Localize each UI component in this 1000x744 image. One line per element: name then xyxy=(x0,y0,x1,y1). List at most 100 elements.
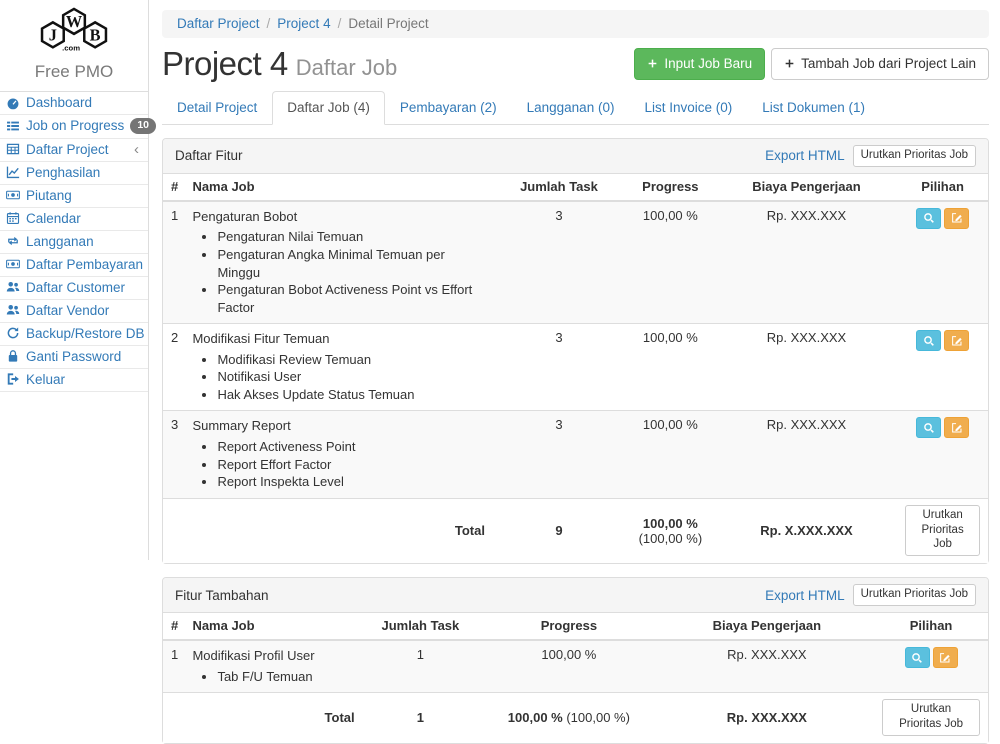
job-name: Pengaturan Bobot xyxy=(192,208,485,226)
subtask-list: Pengaturan Nilai TemuanPengaturan Angka … xyxy=(192,228,485,316)
view-job-button[interactable] xyxy=(916,330,941,351)
sidebar-nav: Dashboard Job on Progress 10 Daftar Proj… xyxy=(0,92,148,392)
column-header-no: # xyxy=(163,613,184,640)
chart-icon xyxy=(5,165,20,179)
job-cell: Modifikasi Profil User Tab F/U Temuan xyxy=(184,640,362,693)
sidebar-item-label: Dashboard xyxy=(26,95,92,110)
logo-letter-w: W xyxy=(66,12,83,31)
tab-list-invoice-0[interactable]: List Invoice (0) xyxy=(629,91,747,125)
cost-value: Rp. XXX.XXX xyxy=(716,411,898,498)
sidebar-item-job-on-progress[interactable]: Job on Progress 10 xyxy=(0,115,148,139)
breadcrumb-item-daftar-project[interactable]: Daftar Project xyxy=(177,16,260,31)
edit-job-button[interactable] xyxy=(944,417,969,438)
subtask: Report Activeness Point xyxy=(217,438,485,456)
sidebar-item-piutang[interactable]: Piutang xyxy=(0,185,148,208)
task-count: 3 xyxy=(493,324,625,411)
column-header-biaya-pengerjaan: Biaya Pengerjaan xyxy=(660,613,875,640)
breadcrumb-separator: / xyxy=(338,16,342,31)
panel-title: Fitur Tambahan xyxy=(175,588,269,603)
column-header-nama-job: Nama Job xyxy=(184,613,362,640)
edit-job-button[interactable] xyxy=(933,647,958,668)
edit-icon xyxy=(951,422,963,434)
column-header-jumlah-task: Jumlah Task xyxy=(363,613,479,640)
button-label: Input Job Baru xyxy=(664,55,752,73)
sidebar-item-daftar-project[interactable]: Daftar Project ‹ xyxy=(0,139,148,162)
tab-list-dokumen-1[interactable]: List Dokumen (1) xyxy=(747,91,880,125)
total-tasks: 9 xyxy=(493,498,625,563)
task-count: 3 xyxy=(493,411,625,498)
column-header-progress: Progress xyxy=(625,174,716,201)
sidebar-item-dashboard[interactable]: Dashboard xyxy=(0,92,148,115)
tambah-job-dari-project-lain-button[interactable]: Tambah Job dari Project Lain xyxy=(771,48,989,80)
sidebar-item-langganan[interactable]: Langganan xyxy=(0,231,148,254)
sidebar: W J B .com Free PMO Dashboard Job on Pro… xyxy=(0,0,149,560)
refresh-icon xyxy=(5,326,20,340)
job-table: #Nama JobJumlah TaskProgressBiaya Penger… xyxy=(163,174,988,563)
view-job-button[interactable] xyxy=(916,208,941,229)
sidebar-item-keluar[interactable]: Keluar xyxy=(0,369,148,392)
table-icon xyxy=(5,142,20,156)
urutkan-prioritas-job-button[interactable]: Urutkan Prioritas Job xyxy=(905,505,980,557)
sidebar-item-label: Daftar Customer xyxy=(26,280,125,295)
edit-icon xyxy=(951,212,963,224)
job-cell: Modifikasi Fitur Temuan Modifikasi Revie… xyxy=(184,324,493,411)
edit-job-button[interactable] xyxy=(944,208,969,229)
sidebar-item-daftar-customer[interactable]: Daftar Customer xyxy=(0,277,148,300)
urutkan-prioritas-job-button[interactable]: Urutkan Prioritas Job xyxy=(882,699,980,736)
edit-icon xyxy=(939,652,951,664)
table-row: 2 Modifikasi Fitur Temuan Modifikasi Rev… xyxy=(163,324,988,411)
subtask: Notifikasi User xyxy=(217,368,485,386)
tab-langganan-0[interactable]: Langganan (0) xyxy=(512,91,630,125)
sidebar-item-label: Job on Progress xyxy=(26,118,124,133)
sidebar-item-penghasilan[interactable]: Penghasilan xyxy=(0,162,148,185)
sidebar-item-daftar-pembayaran[interactable]: Daftar Pembayaran xyxy=(0,254,148,277)
actions-cell xyxy=(897,324,988,411)
column-header-no: # xyxy=(163,174,184,201)
panels: Daftar Fitur Export HTML Urutkan Priorit… xyxy=(162,138,989,744)
sidebar-item-backup-restore-db[interactable]: Backup/Restore DB xyxy=(0,323,148,346)
sidebar-item-ganti-password[interactable]: Ganti Password xyxy=(0,346,148,369)
actions-cell xyxy=(897,201,988,324)
sidebar-item-label: Daftar Vendor xyxy=(26,303,109,318)
column-header-pilihan: Pilihan xyxy=(897,174,988,201)
row-number: 1 xyxy=(163,640,184,693)
job-table: #Nama JobJumlah TaskProgressBiaya Penger… xyxy=(163,613,988,743)
total-cost: Rp. X.XXX.XXX xyxy=(716,498,898,563)
progress-value: 100,00 % xyxy=(625,324,716,411)
subtask-list: Report Activeness PointReport Effort Fac… xyxy=(192,438,485,491)
users-icon xyxy=(5,303,20,317)
urutkan-prioritas-job-button[interactable]: Urutkan Prioritas Job xyxy=(853,584,976,606)
sidebar-item-label: Daftar Pembayaran xyxy=(26,257,143,272)
export-html-link[interactable]: Export HTML xyxy=(765,148,845,163)
subtask: Report Effort Factor xyxy=(217,456,485,474)
sidebar-item-label: Calendar xyxy=(26,211,81,226)
tab-detail-project[interactable]: Detail Project xyxy=(162,91,272,125)
page-subtitle: Daftar Job xyxy=(296,55,398,81)
progress-value: 100,00 % xyxy=(625,411,716,498)
tab-pembayaran-2[interactable]: Pembayaran (2) xyxy=(385,91,512,125)
breadcrumb-item-project-4[interactable]: Project 4 xyxy=(277,16,330,31)
input-job-baru-button[interactable]: Input Job Baru xyxy=(634,48,765,80)
sidebar-item-label: Langganan xyxy=(26,234,94,249)
export-html-link[interactable]: Export HTML xyxy=(765,588,845,603)
row-number: 3 xyxy=(163,411,184,498)
row-number: 2 xyxy=(163,324,184,411)
tab-daftar-job-4[interactable]: Daftar Job (4) xyxy=(272,91,385,125)
progress-value: 100,00 % xyxy=(478,640,660,693)
subtask-list: Tab F/U Temuan xyxy=(192,668,354,686)
subtask-list: Modifikasi Review TemuanNotifikasi UserH… xyxy=(192,351,485,404)
search-icon xyxy=(923,335,935,347)
view-job-button[interactable] xyxy=(916,417,941,438)
gauge-icon xyxy=(5,96,20,110)
job-name: Modifikasi Profil User xyxy=(192,647,354,665)
sidebar-item-calendar[interactable]: Calendar xyxy=(0,208,148,231)
job-name: Summary Report xyxy=(192,417,485,435)
tab-bar: Detail ProjectDaftar Job (4)Pembayaran (… xyxy=(162,91,989,125)
view-job-button[interactable] xyxy=(905,647,930,668)
panel-title: Daftar Fitur xyxy=(175,148,243,163)
actions-cell xyxy=(874,640,988,693)
edit-job-button[interactable] xyxy=(944,330,969,351)
breadcrumb-separator: / xyxy=(267,16,271,31)
urutkan-prioritas-job-button[interactable]: Urutkan Prioritas Job xyxy=(853,145,976,167)
sidebar-item-daftar-vendor[interactable]: Daftar Vendor xyxy=(0,300,148,323)
